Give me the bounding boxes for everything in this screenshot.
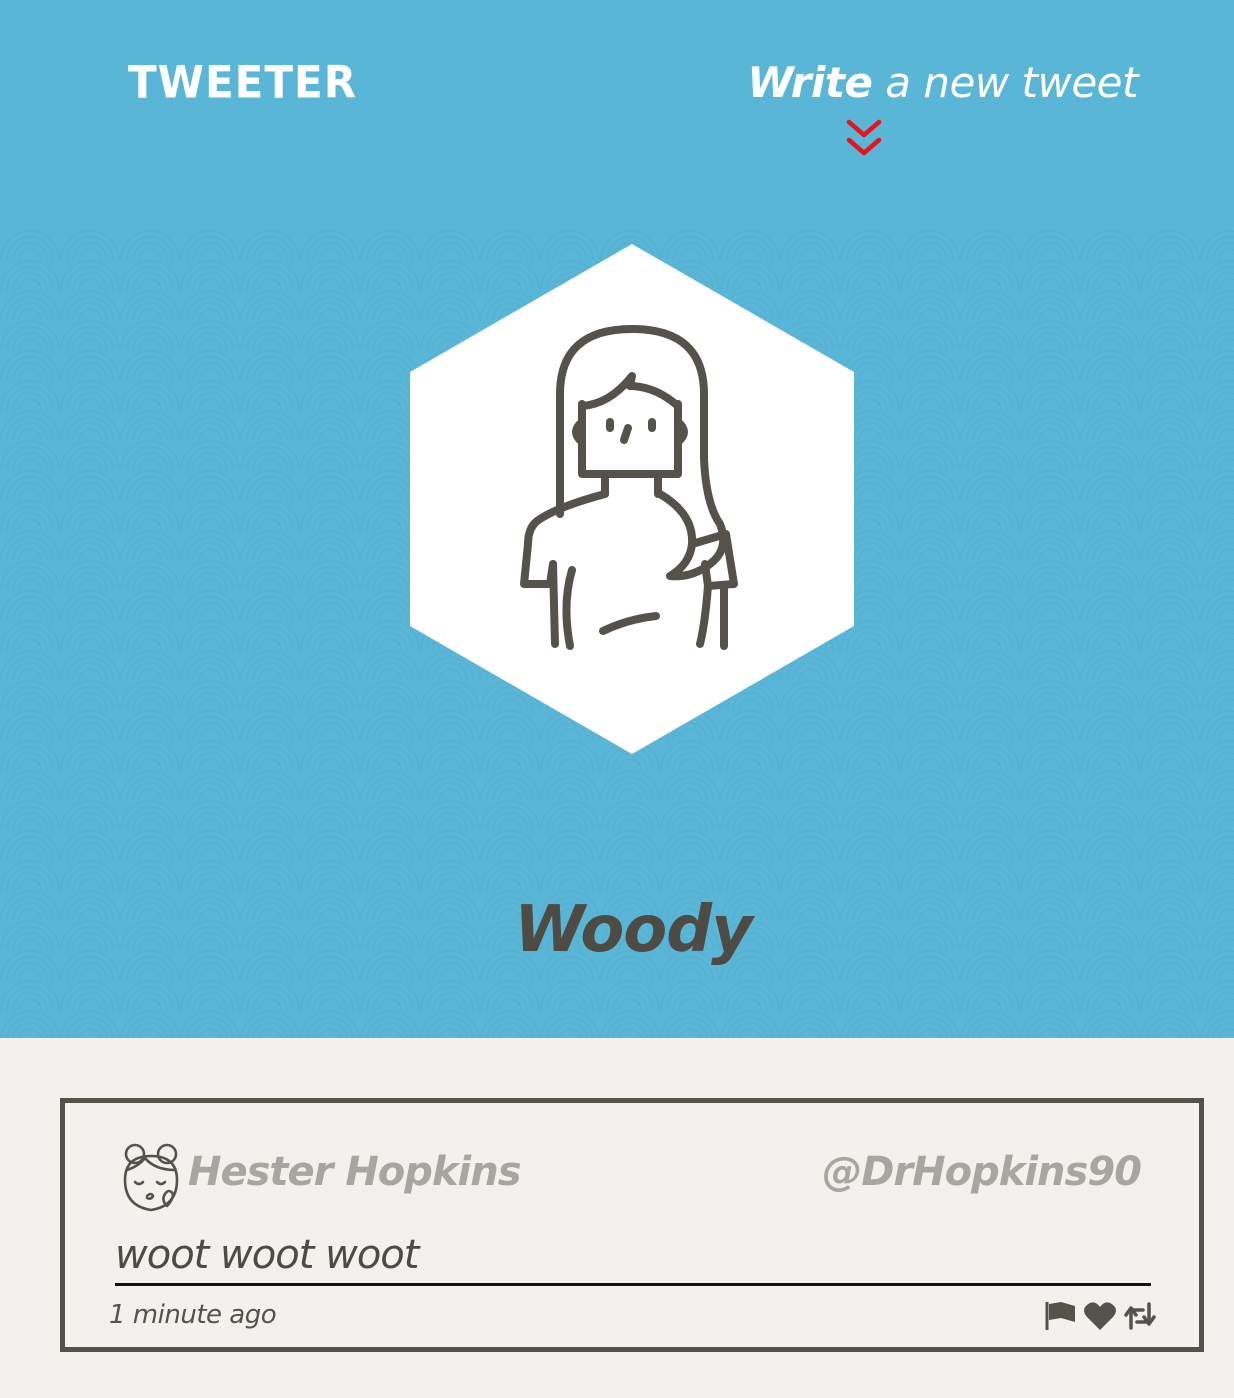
retweet-icon[interactable]	[1123, 1300, 1157, 1332]
compose-tweet-toggle[interactable]: Write a new tweet	[747, 58, 1138, 107]
tweet-author-name[interactable]: Hester Hopkins	[188, 1149, 522, 1195]
tweet-card: Hester Hopkins @DrHopkins90 woot woot wo…	[60, 1098, 1204, 1352]
girl-kiss-avatar-icon	[123, 1143, 179, 1212]
compose-bold-text: Write	[747, 58, 873, 107]
tweet-author-handle[interactable]: @DrHopkins90	[822, 1149, 1142, 1195]
page-header: TWEETER Write a new tweet Woody	[0, 0, 1234, 1038]
tweet-text: woot woot woot	[115, 1229, 1151, 1286]
compose-rest-text: a new tweet	[872, 58, 1138, 107]
double-chevron-down-icon[interactable]	[845, 118, 883, 162]
profile-name: Woody	[514, 893, 753, 967]
flag-icon[interactable]	[1043, 1300, 1077, 1332]
heart-icon[interactable]	[1083, 1300, 1117, 1332]
profile-avatar	[410, 244, 854, 754]
brand-logo[interactable]: TWEETER	[128, 57, 357, 108]
tweet-actions	[1043, 1300, 1157, 1332]
compose-tweet-label[interactable]: Write a new tweet	[747, 58, 1138, 107]
tweet-timestamp: 1 minute ago	[109, 1300, 277, 1330]
